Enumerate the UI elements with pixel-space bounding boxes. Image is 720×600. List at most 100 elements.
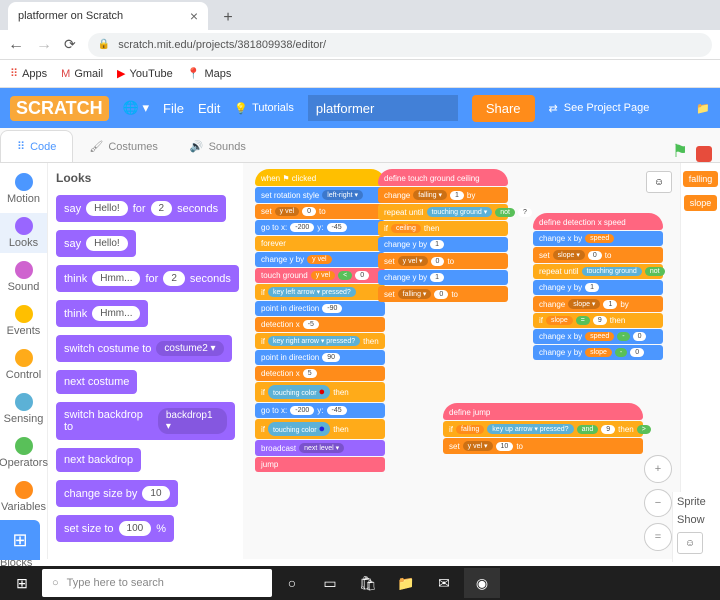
project-name-input[interactable]	[308, 95, 458, 121]
tutorials-button[interactable]: 💡Tutorials	[234, 102, 293, 115]
category-looks[interactable]: Looks	[0, 213, 47, 253]
palette-block[interactable]: change size by 10	[56, 480, 178, 507]
script-block[interactable]: change y by slope - 0	[533, 345, 663, 360]
store-icon[interactable]: 🛍	[350, 568, 386, 598]
script-block[interactable]: if ceiling then	[378, 221, 508, 236]
script-block[interactable]: change y by 1	[533, 280, 663, 295]
script-block[interactable]: if slope = 9 then	[533, 313, 663, 328]
script-block[interactable]: if touching color ● then	[255, 382, 385, 402]
close-tab-icon[interactable]: ×	[190, 8, 198, 24]
forward-icon[interactable]: →	[36, 36, 52, 54]
folder-icon[interactable]: 📁	[696, 102, 710, 115]
share-button[interactable]: Share	[472, 95, 535, 122]
script-block[interactable]: if falling key up arrow ▾ pressed? and 9…	[443, 421, 643, 437]
script-block[interactable]: if key left arrow ▾ pressed?	[255, 284, 385, 300]
cortana-icon[interactable]: ○	[274, 568, 310, 598]
reload-icon[interactable]: ⟳	[64, 36, 76, 53]
green-flag[interactable]: ⚑	[672, 141, 688, 162]
start-button[interactable]: ⊞	[4, 568, 40, 598]
bookmark-youtube[interactable]: ▶ YouTube	[117, 67, 173, 80]
stop-button[interactable]	[696, 146, 712, 162]
bookmark-gmail[interactable]: M Gmail	[61, 68, 103, 80]
hat-block[interactable]: when ⚑ clicked	[255, 169, 385, 186]
hat-block[interactable]: define jump	[443, 403, 643, 420]
script-block[interactable]: jump	[255, 457, 385, 472]
palette-block[interactable]: switch costume to costume2 ▾	[56, 335, 232, 362]
category-operators[interactable]: Operators	[0, 433, 47, 473]
taskbar-search[interactable]: ○Type here to search	[42, 569, 272, 597]
script-block[interactable]: change falling ▾ 1 by	[378, 187, 508, 203]
apps-icon[interactable]: ⠿ Apps	[10, 67, 47, 80]
script-block[interactable]: touch ground y vel < 0	[255, 268, 385, 283]
mail-icon[interactable]: ✉	[426, 568, 462, 598]
script-block[interactable]: if touching color ● then	[255, 419, 385, 439]
category-events[interactable]: Events	[0, 301, 47, 341]
script-block[interactable]: point in direction 90	[255, 350, 385, 365]
script-block[interactable]: broadcast next level ▾	[255, 440, 385, 456]
sprite-selector[interactable]: ☺	[677, 532, 703, 554]
palette-block[interactable]: say Hello!	[56, 230, 136, 257]
address-bar[interactable]: 🔒 scratch.mit.edu/projects/381809938/edi…	[88, 33, 712, 57]
script-block[interactable]: repeat until touching ground not	[533, 264, 663, 279]
scratch-logo[interactable]: SCRATCH	[10, 96, 109, 121]
palette-block[interactable]: switch backdrop to backdrop1 ▾	[56, 402, 235, 440]
var-monitor[interactable]: falling	[683, 171, 719, 187]
task-view-icon[interactable]: ▭	[312, 568, 348, 598]
script-block[interactable]: set slope ▾ 0 to	[533, 247, 663, 263]
category-sound[interactable]: Sound	[0, 257, 47, 297]
block-palette[interactable]: Looks say Hello! for 2 secondssay Hello!…	[48, 163, 243, 559]
browser-tab[interactable]: platformer on Scratch ×	[8, 2, 208, 30]
file-menu[interactable]: File	[163, 101, 184, 116]
palette-block[interactable]: say Hello! for 2 seconds	[56, 195, 226, 222]
script-block[interactable]: if key right arrow ▾ pressed? then	[255, 333, 385, 349]
script-canvas[interactable]: when ⚑ clickedset rotation style left-ri…	[243, 163, 680, 559]
script-block[interactable]: change x by speed - 0	[533, 329, 663, 344]
explorer-icon[interactable]: 📁	[388, 568, 424, 598]
tab-sounds[interactable]: 🔊Sounds	[174, 131, 262, 162]
chrome-icon[interactable]: ◉	[464, 568, 500, 598]
bookmark-maps[interactable]: 📍 Maps	[187, 67, 232, 80]
tab-code[interactable]: ⠿Code	[0, 130, 73, 162]
category-sensing[interactable]: Sensing	[0, 389, 47, 429]
sprite-thumbnail[interactable]: ☺	[646, 171, 672, 193]
palette-block[interactable]: next backdrop	[56, 448, 141, 472]
category-motion[interactable]: Motion	[0, 169, 47, 209]
script-block[interactable]: set y vel ▾ 0 to	[378, 253, 508, 269]
script-block[interactable]: point in direction -90	[255, 301, 385, 316]
arrows-icon: ⇄	[549, 102, 558, 115]
zoom-out[interactable]: −	[644, 489, 672, 517]
tab-costumes[interactable]: 🖌Costumes	[73, 131, 174, 162]
hat-block[interactable]: define detection x speed	[533, 213, 663, 230]
globe-icon[interactable]: 🌐 ▾	[123, 100, 149, 116]
add-extension-button[interactable]: ⊞	[0, 520, 40, 560]
var-monitor[interactable]: slope	[684, 195, 718, 211]
script-block[interactable]: set rotation style left-right ▾	[255, 187, 385, 203]
script-block[interactable]: change x by speed	[533, 231, 663, 246]
see-project-page[interactable]: ⇄See Project Page	[549, 102, 650, 115]
back-icon[interactable]: ←	[8, 36, 24, 54]
script-block[interactable]: detection x -5	[255, 317, 385, 332]
script-block[interactable]: go to x: -200 y: -45	[255, 403, 385, 418]
script-block[interactable]: detection x 5	[255, 366, 385, 381]
script-block[interactable]: change y by 1	[378, 237, 508, 252]
zoom-in[interactable]: +	[644, 455, 672, 483]
script-block[interactable]: forever	[255, 236, 385, 251]
script-block[interactable]: set y vel 0 to	[255, 204, 385, 219]
zoom-reset[interactable]: =	[644, 523, 672, 551]
script-block[interactable]: change y by 1	[378, 270, 508, 285]
palette-block[interactable]: think Hmm...	[56, 300, 148, 327]
category-variables[interactable]: Variables	[0, 477, 47, 517]
hat-block[interactable]: define touch ground ceiling	[378, 169, 508, 186]
palette-block[interactable]: next costume	[56, 370, 137, 394]
new-tab-button[interactable]: +	[216, 6, 240, 30]
script-block[interactable]: repeat until touching ground ▾ not ?	[378, 204, 508, 220]
edit-menu[interactable]: Edit	[198, 101, 220, 116]
script-block[interactable]: change y by y vel	[255, 252, 385, 267]
palette-block[interactable]: think Hmm... for 2 seconds	[56, 265, 239, 292]
category-control[interactable]: Control	[0, 345, 47, 385]
script-block[interactable]: go to x: -200 y: -45	[255, 220, 385, 235]
script-block[interactable]: set falling ▾ 0 to	[378, 286, 508, 302]
palette-block[interactable]: set size to 100 %	[56, 515, 174, 542]
script-block[interactable]: set y vel ▾ 10 to	[443, 438, 643, 454]
script-block[interactable]: change slope ▾ 1 by	[533, 296, 663, 312]
